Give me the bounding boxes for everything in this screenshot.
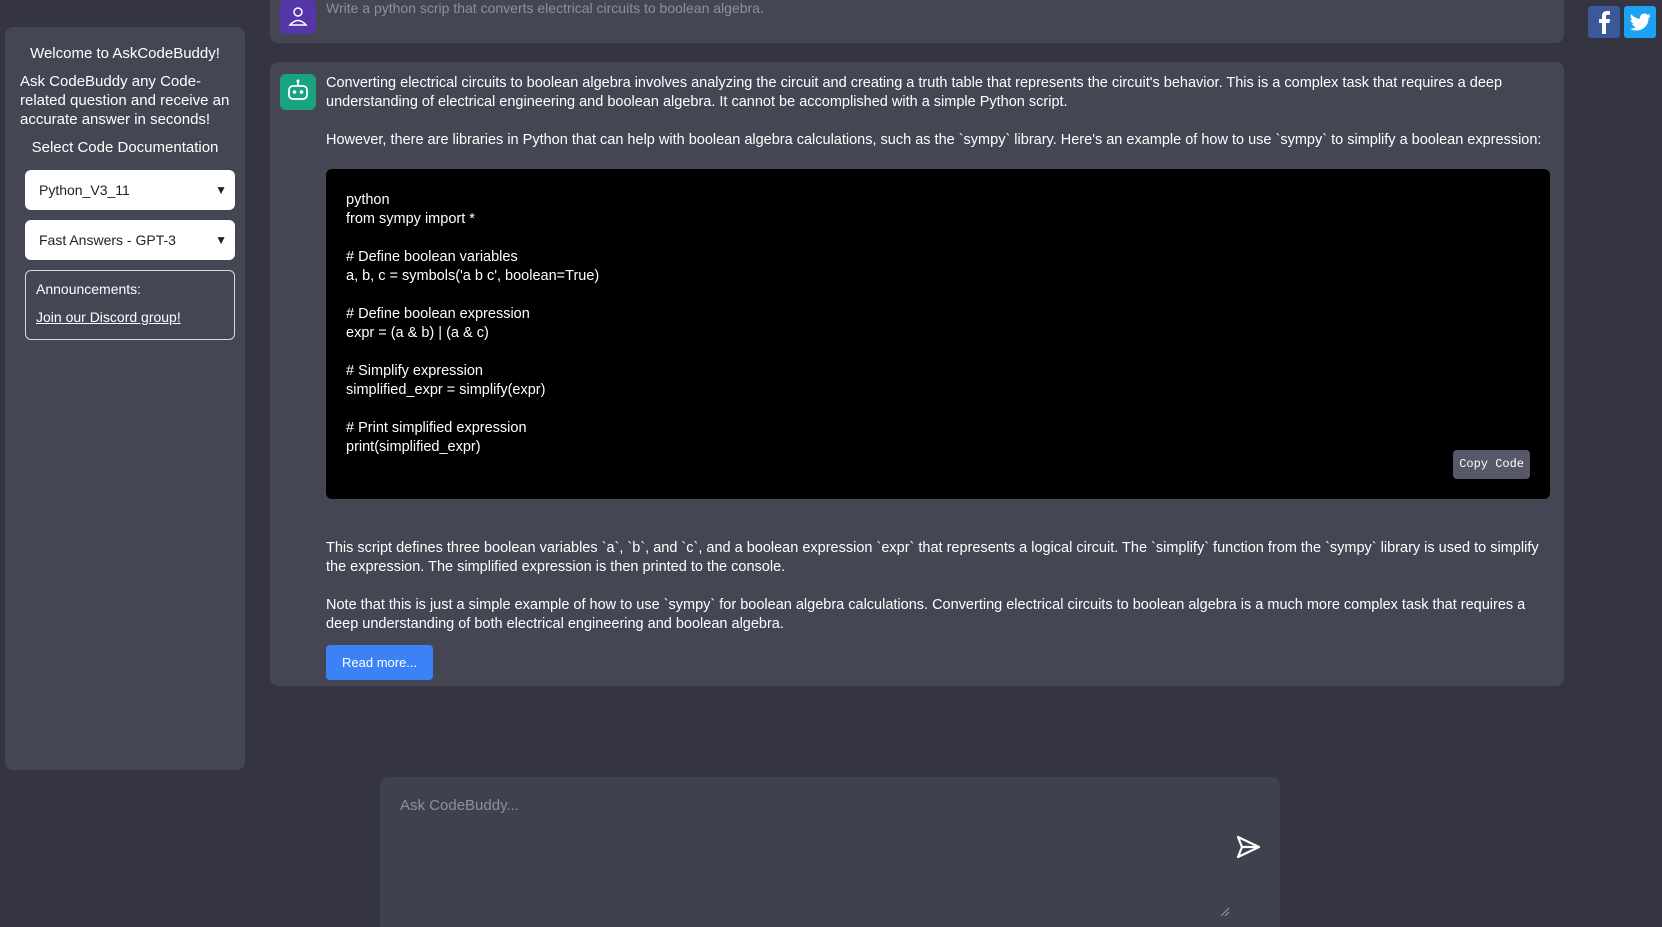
send-icon[interactable] bbox=[1234, 833, 1262, 861]
code-block: python from sympy import * # Define bool… bbox=[326, 169, 1550, 499]
user-icon bbox=[288, 7, 308, 26]
bot-paragraph-1: Converting electrical circuits to boolea… bbox=[326, 75, 1503, 110]
select-doc-label: Select Code Documentation bbox=[31, 139, 219, 156]
code-line: # Define boolean expression bbox=[346, 306, 530, 322]
chevron-down-icon: ▼ bbox=[215, 183, 227, 197]
robot-icon bbox=[288, 79, 308, 100]
code-line: # Print simplified expression bbox=[346, 420, 527, 436]
user-message: Write a python scrip that converts elect… bbox=[270, 0, 1564, 43]
bot-avatar bbox=[280, 74, 316, 110]
read-more-button[interactable]: Read more... bbox=[326, 645, 434, 680]
sidebar: Welcome to AskCodeBuddy! Ask CodeBuddy a… bbox=[5, 27, 245, 770]
code-line: from sympy import * bbox=[346, 211, 475, 227]
code-line: expr = (a & b) | (a & c) bbox=[346, 325, 489, 341]
bot-message: Converting electrical circuits to boolea… bbox=[270, 62, 1564, 686]
model-select[interactable]: Fast Answers - GPT-3 ▼ bbox=[25, 220, 235, 260]
user-message-text: Write a python scrip that converts elect… bbox=[326, 0, 764, 16]
copy-code-button[interactable]: Copy Code bbox=[1453, 450, 1530, 479]
bot-message-content: Converting electrical circuits to boolea… bbox=[326, 74, 1550, 680]
user-avatar bbox=[280, 0, 316, 34]
bot-paragraph-3: This script defines three boolean variab… bbox=[326, 540, 1539, 575]
chat-input-placeholder: Ask CodeBuddy... bbox=[400, 797, 519, 814]
welcome-title: Welcome to AskCodeBuddy! bbox=[30, 45, 220, 62]
discord-link[interactable]: Join our Discord group! bbox=[36, 309, 181, 325]
doc-select-value: Python_V3_11 bbox=[39, 182, 130, 198]
code-line: python bbox=[346, 192, 390, 208]
code-line: simplified_expr = simplify(expr) bbox=[346, 382, 546, 398]
twitter-icon[interactable] bbox=[1624, 6, 1656, 38]
code-line: a, b, c = symbols('a b c', boolean=True) bbox=[346, 268, 600, 284]
facebook-glyph bbox=[1599, 11, 1610, 34]
announcements-title: Announcements: bbox=[36, 281, 142, 297]
bot-paragraph-2: However, there are libraries in Python t… bbox=[326, 132, 1542, 148]
bot-paragraph-4: Note that this is just a simple example … bbox=[326, 597, 1526, 632]
intro-text: Ask CodeBuddy any Code-related question … bbox=[20, 73, 230, 128]
announcements-box: Announcements: Join our Discord group! bbox=[25, 270, 235, 340]
code-line: # Define boolean variables bbox=[346, 249, 518, 265]
model-select-value: Fast Answers - GPT-3 bbox=[39, 232, 176, 248]
facebook-icon[interactable] bbox=[1588, 6, 1620, 38]
doc-select[interactable]: Python_V3_11 ▼ bbox=[25, 170, 235, 210]
chevron-down-icon: ▼ bbox=[215, 233, 227, 247]
code-line: # Simplify expression bbox=[346, 363, 483, 379]
twitter-glyph bbox=[1629, 13, 1651, 31]
code-line: print(simplified_expr) bbox=[346, 439, 481, 455]
resize-handle-icon[interactable] bbox=[1220, 907, 1230, 917]
chat-input[interactable]: Ask CodeBuddy... bbox=[380, 777, 1280, 927]
